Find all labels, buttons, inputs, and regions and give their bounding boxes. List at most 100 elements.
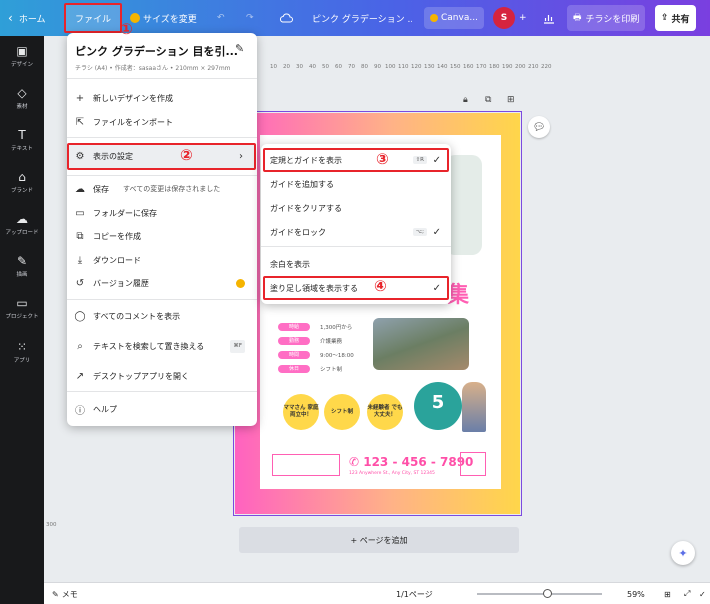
poster-phone[interactable]: ✆ 123 - 456 - 7890 [349,455,473,469]
notes-button[interactable]: ✎ メモ [52,583,78,604]
ruler-tick: 70 [348,64,355,70]
print-icon: 🖶 [573,13,582,23]
document-title[interactable]: ピンク グラデーション ... [312,0,412,36]
poster-illustration[interactable] [462,382,486,432]
zoom-slider[interactable] [477,589,602,598]
ruler-tick: 10 [270,64,277,70]
file-menu-button[interactable]: ファイル [64,3,122,33]
phone-number: 123 - 456 - 7890 [363,455,474,469]
menu-item-save[interactable]: ☁ 保存 すべての変更は保存されました [67,179,257,199]
menu-item-show-margins[interactable]: 余白を表示 [261,254,451,274]
menu-item-label: 表示の設定 [93,151,133,161]
divider [67,175,257,176]
check-circle-icon[interactable]: ✓ [699,583,706,604]
ruler-tick: 30 [296,64,303,70]
notes-icon: ✎ [52,589,59,599]
rail-label: アップロード [5,230,39,236]
chevron-left-icon: ‹ [8,11,13,25]
ruler-tick: 160 [463,64,474,70]
poster-bubble[interactable]: ママさん 家庭 両立中！ [283,394,319,430]
rail-label: プロジェクト [5,314,39,320]
canva-pro-label: Canva... [441,13,478,23]
grid-view-icon[interactable]: ⊞ [664,583,671,604]
print-flyer-button[interactable]: 🖶 チラシを印刷 [567,5,646,31]
ruler-tick: 110 [398,64,409,70]
redo-icon[interactable]: ↷ [246,0,254,36]
info-row[interactable]: 勤務 介護業務 [278,336,342,345]
canva-pro-button[interactable]: Canva... [424,7,484,29]
cloud-save-icon[interactable] [279,0,293,36]
plus-icon[interactable]: + [519,0,527,36]
rail-item-text[interactable]: T テキスト [0,128,44,152]
menu-item-make-copy[interactable]: ⧉ コピーを作成 [67,226,257,246]
rail-item-apps[interactable]: ⁙ アプリ [0,340,44,364]
menu-item-help[interactable]: ⓘ ヘルプ [67,399,257,419]
menu-item-view-settings[interactable]: ⚙ 表示の設定 › [67,146,257,166]
info-row[interactable]: 休日 シフト制 [278,364,342,373]
ruler-tick: 220 [541,64,552,70]
add-page-icon[interactable]: ⊞ [507,95,515,105]
menu-item-find-replace[interactable]: ⌕ テキストを検索して置き換える ⌘F [67,332,257,360]
poster-bubble[interactable]: 未経験者 でも 大丈夫！ [367,394,403,430]
share-button[interactable]: ⇪ 共有 [655,5,696,31]
comment-icon[interactable]: 💬︎ [528,116,550,138]
divider [67,391,257,392]
notes-label: メモ [61,589,78,599]
menu-item-import[interactable]: ⇱ ファイルをインポート [67,112,257,132]
search-icon: ⌕ [77,340,83,352]
duplicate-icon[interactable]: ⧉ [485,95,491,105]
undo-icon[interactable]: ↶ [217,0,225,36]
ruler-tick: 100 [385,64,396,70]
apps-icon: ⁙ [16,340,28,354]
rail-item-projects[interactable]: ▭ プロジェクト [0,296,44,320]
rail-item-brand[interactable]: ⌂ ブランド [0,170,44,194]
folder-icon: ▭ [16,296,28,310]
insights-icon[interactable] [543,0,555,36]
menu-item-new-design[interactable]: + 新しいデザインを作成 [67,88,257,108]
menu-item-lock-guides[interactable]: ガイドをロック ⌥; ✓ [261,222,451,242]
add-page-button[interactable]: + ページを追加 [239,527,519,553]
rail-item-elements[interactable]: ◇ 素材 [0,86,44,110]
poster-salary-badge[interactable]: 5 [414,382,462,430]
home-button[interactable]: ‹ ホーム [8,0,46,36]
info-row[interactable]: 時間 9:00〜18:00 [278,350,354,359]
poster-qr-box[interactable] [460,452,486,476]
zoom-level[interactable]: 59% [627,583,645,604]
menu-item-all-comments[interactable]: ◯ すべてのコメントを表示 [67,306,257,326]
pencil-icon[interactable]: ✎ [235,42,244,55]
info-tag: 時間 [278,350,310,359]
info-tag: 時給 [278,322,310,331]
poster-house-photo[interactable] [373,318,469,370]
elements-icon: ◇ [17,86,27,100]
info-row[interactable]: 時給 1,300円から [278,322,352,331]
ruler-tick: 60 [335,64,342,70]
menu-item-clear-guides[interactable]: ガイドをクリアする [261,198,451,218]
lock-icon[interactable]: 🔒︎ [463,95,468,105]
menu-item-label: コピーを作成 [93,231,141,241]
folder-icon: ▭ [75,207,85,219]
zoom-slider-handle[interactable] [543,589,552,598]
info-value: シフト制 [320,366,343,373]
magic-sparkle-icon[interactable]: ✦ [671,541,695,565]
file-menu-title[interactable]: ピンク グラデーション 目を引... [75,43,238,59]
rail-item-upload[interactable]: ☁ アップロード [0,212,44,236]
menu-item-desktop-app[interactable]: ↗ デスクトップアプリを開く [67,366,257,386]
menu-item-save-to-folder[interactable]: ▭ フォルダーに保存 [67,203,257,223]
info-value: 9:00〜18:00 [320,352,354,359]
menu-item-download[interactable]: ⤓ ダウンロード [67,250,257,270]
avatar[interactable]: S [493,7,515,29]
menu-item-add-guides[interactable]: ガイドを追加する [261,174,451,194]
ruler-tick: 80 [361,64,368,70]
page-counter[interactable]: 1/1ページ [396,583,433,604]
rail-item-design[interactable]: ▣ デザイン [0,44,44,68]
poster-footer-box[interactable] [272,454,340,476]
rail-item-draw[interactable]: ✎ 描画 [0,254,44,278]
resize-button[interactable]: サイズを変更 [130,0,197,36]
poster-bubble[interactable]: シフト制 [324,394,360,430]
ruler-tick: 180 [489,64,500,70]
poster-address[interactable]: 123 Anywhere St., Any City, ST 12345 [349,471,435,476]
menu-item-version-history[interactable]: ↺ バージョン履歴 [67,273,257,293]
menu-item-label: テキストを検索して置き換える [93,341,205,351]
menu-item-label: 余白を表示 [270,259,310,269]
fullscreen-icon[interactable]: ⤢ [684,583,690,604]
